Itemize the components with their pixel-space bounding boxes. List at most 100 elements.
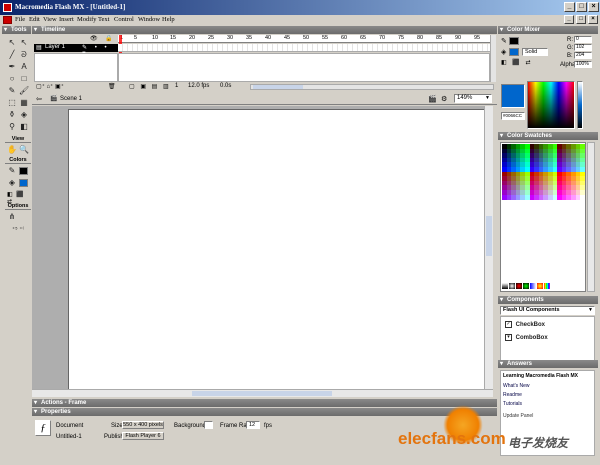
answers-header[interactable]: Answers xyxy=(498,360,598,368)
zoom-tool-icon[interactable]: 🔍 xyxy=(19,145,29,155)
oval-tool-icon[interactable]: ○ xyxy=(7,74,17,84)
frame-ruler[interactable]: 1 5 10 15 20 25 30 35 40 45 50 55 60 65 … xyxy=(118,35,490,43)
menu-file[interactable]: File xyxy=(15,16,25,23)
free-transform-tool-icon[interactable]: ⬚ xyxy=(7,98,17,108)
frame-rate-input[interactable]: 12 xyxy=(246,421,260,429)
background-color-swatch[interactable] xyxy=(204,421,213,429)
back-arrow-icon[interactable]: ⇦ xyxy=(36,95,42,103)
gradient-swatch[interactable] xyxy=(516,283,522,289)
minimize-button[interactable]: _ xyxy=(564,2,575,12)
gradient-swatch[interactable] xyxy=(502,283,508,289)
edit-scene-icon[interactable]: 🎬 xyxy=(428,95,437,103)
scrollbar-thumb[interactable] xyxy=(192,391,332,396)
fill-type-select[interactable]: Solid xyxy=(522,48,548,56)
delete-layer-icon[interactable]: 🗑 xyxy=(108,83,116,90)
gradient-swatch[interactable] xyxy=(537,283,543,289)
subselect-tool-icon[interactable]: ↖ xyxy=(19,38,29,48)
gradient-swatch[interactable] xyxy=(544,283,550,289)
lasso-tool-icon[interactable]: ᘐ xyxy=(19,50,29,60)
menu-view[interactable]: View xyxy=(43,16,57,23)
color-mixer-header[interactable]: Color Mixer xyxy=(498,26,598,34)
text-tool-icon[interactable]: A xyxy=(19,62,29,72)
pencil-tool-icon[interactable]: ✎ xyxy=(7,86,17,96)
mixer-swap-icons[interactable]: ◧ ⬛ ⇄ xyxy=(501,59,533,66)
gradient-swatch[interactable] xyxy=(509,283,515,289)
edit-symbol-icon[interactable]: ⚙ xyxy=(441,95,447,103)
scrollbar-thumb[interactable] xyxy=(486,216,492,256)
scene-name[interactable]: Scene 1 xyxy=(60,96,82,102)
red-input[interactable]: 0 xyxy=(574,36,592,43)
doc-restore-button[interactable]: □ xyxy=(576,15,586,24)
add-layer-icons[interactable]: ▢⁺ ⌂⁺ ▣⁺ xyxy=(36,83,64,90)
component-item[interactable]: ✓ CheckBox xyxy=(505,321,545,328)
swatch-grid[interactable] xyxy=(500,142,586,292)
hex-value[interactable]: #0066CC xyxy=(501,112,525,120)
frame-number: 15 xyxy=(170,35,177,41)
stroke-color-icon[interactable]: ✎ xyxy=(7,166,17,176)
gradient-swatch[interactable] xyxy=(523,283,529,289)
publish-settings-button[interactable]: Flash Player 6 xyxy=(122,432,164,440)
doc-close-button[interactable]: × xyxy=(588,15,598,24)
brush-tool-icon[interactable]: 🖌 xyxy=(19,86,29,96)
line-tool-icon[interactable]: ╱ xyxy=(7,50,17,60)
blue-input[interactable]: 204 xyxy=(574,52,592,59)
menu-help[interactable]: Help xyxy=(162,16,175,23)
timeline-header[interactable]: Timeline xyxy=(32,26,497,34)
timeline-vertical-scrollbar[interactable] xyxy=(490,35,496,82)
hand-tool-icon[interactable]: ✋ xyxy=(7,145,17,155)
layer-frames-row[interactable] xyxy=(118,44,490,52)
menu-insert[interactable]: Insert xyxy=(59,16,74,23)
scrollbar-thumb[interactable] xyxy=(253,85,303,89)
rectangle-tool-icon[interactable]: □ xyxy=(19,74,29,84)
fill-transform-tool-icon[interactable]: ▦ xyxy=(19,98,29,108)
component-item[interactable]: ▾ ComboBox xyxy=(505,334,548,341)
stage-horizontal-scrollbar[interactable] xyxy=(32,389,493,397)
color-swatch[interactable] xyxy=(580,194,586,200)
fill-color-swatch[interactable] xyxy=(19,179,28,187)
color-spectrum[interactable] xyxy=(527,81,575,129)
alpha-input[interactable]: 100% xyxy=(574,61,592,68)
stage-vertical-scrollbar[interactable] xyxy=(484,106,493,389)
color-swatches-header[interactable]: Color Swatches xyxy=(498,132,598,140)
zoom-select[interactable]: 149% ▼ xyxy=(454,94,492,103)
smooth-straighten-icons[interactable]: ⁺⁵ ⁺⁽ xyxy=(7,225,29,235)
menu-window[interactable]: Window xyxy=(138,16,160,23)
layer-row[interactable]: ▤ Layer 1 ✎ • • ■ xyxy=(34,44,118,57)
onion-skin-icons[interactable]: ▢ ▣ ▤ ▥ xyxy=(129,83,171,90)
close-button[interactable]: × xyxy=(588,2,599,12)
stage-canvas[interactable] xyxy=(68,109,486,391)
menu-modify[interactable]: Modify xyxy=(77,16,97,23)
components-header[interactable]: Components xyxy=(498,296,598,304)
menu-control[interactable]: Control xyxy=(114,16,134,23)
menu-text[interactable]: Text xyxy=(98,16,109,23)
timeline-horizontal-scrollbar[interactable] xyxy=(250,84,494,90)
pen-tool-icon[interactable]: ✒ xyxy=(7,62,17,72)
document-icon[interactable] xyxy=(3,16,12,24)
swatches-scrollbar[interactable] xyxy=(587,142,595,292)
snap-magnet-icon[interactable]: ⋔ xyxy=(7,212,17,222)
ink-bottle-tool-icon[interactable]: ⚱ xyxy=(7,110,17,120)
mixer-fill-swatch[interactable] xyxy=(509,48,519,56)
frame-number: 70 xyxy=(379,35,386,41)
color-options-icons[interactable]: ◧ ⬛ ⇄ xyxy=(7,191,29,205)
gradient-swatches[interactable] xyxy=(502,283,586,291)
paint-bucket-tool-icon[interactable]: ◈ xyxy=(19,110,29,120)
menu-edit[interactable]: Edit xyxy=(29,16,40,23)
gradient-swatch[interactable] xyxy=(530,283,536,289)
arrow-tool-icon[interactable]: ↖ xyxy=(7,38,17,48)
maximize-button[interactable]: □ xyxy=(576,2,587,12)
answers-link[interactable]: What's New xyxy=(503,383,530,389)
swatch-cells[interactable] xyxy=(502,144,586,200)
brightness-slider[interactable] xyxy=(577,81,583,129)
green-input[interactable]: 102 xyxy=(574,44,592,51)
mixer-stroke-swatch[interactable] xyxy=(509,37,519,45)
stroke-color-swatch[interactable] xyxy=(19,167,28,175)
eraser-tool-icon[interactable]: ◧ xyxy=(19,122,29,132)
doc-minimize-button[interactable]: _ xyxy=(564,15,574,24)
eyedropper-tool-icon[interactable]: ⚲ xyxy=(7,122,17,132)
tools-header[interactable]: Tools xyxy=(2,26,31,34)
answers-link[interactable]: Readme xyxy=(503,392,522,398)
component-set-select[interactable]: Flash UI Components ▼ xyxy=(500,306,595,315)
fill-color-icon[interactable]: ◈ xyxy=(7,178,17,188)
size-button[interactable]: 550 x 400 pixels xyxy=(122,421,164,429)
